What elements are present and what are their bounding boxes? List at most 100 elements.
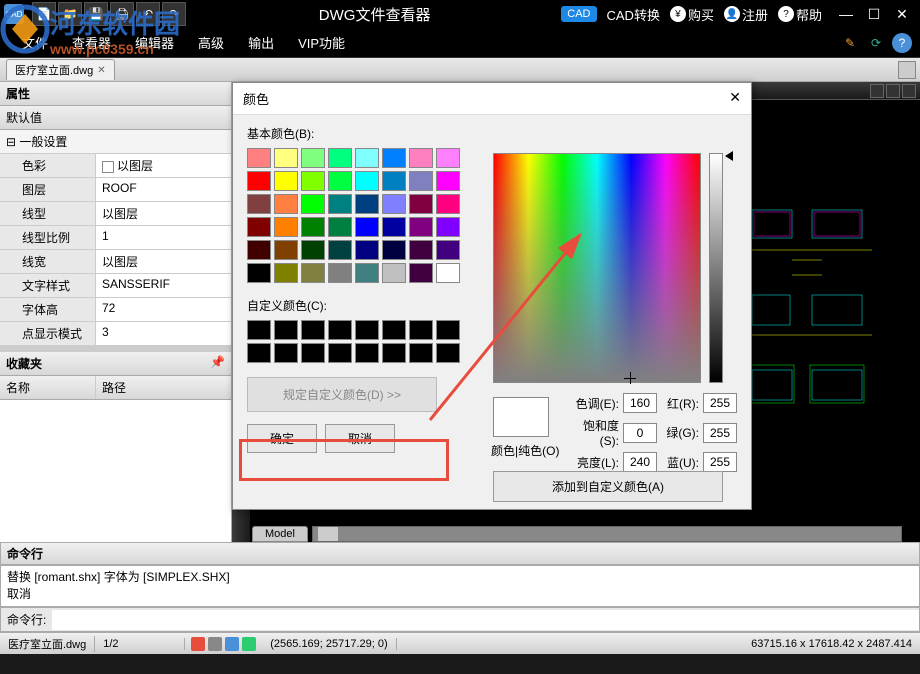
property-value[interactable]: 以图层: [96, 202, 231, 225]
custom-color-swatch[interactable]: [247, 343, 271, 363]
help-button[interactable]: ?帮助: [778, 5, 822, 24]
red-input[interactable]: [703, 393, 737, 413]
custom-color-swatch[interactable]: [355, 320, 379, 340]
menu-output[interactable]: 输出: [236, 29, 286, 56]
lum-input[interactable]: [623, 452, 657, 472]
custom-color-swatch[interactable]: [328, 343, 352, 363]
color-swatch[interactable]: [355, 240, 379, 260]
color-swatch[interactable]: [328, 263, 352, 283]
menu-viewer[interactable]: 查看器: [60, 29, 123, 56]
color-swatch[interactable]: [301, 148, 325, 168]
custom-color-swatch[interactable]: [382, 320, 406, 340]
property-value[interactable]: 以图层: [96, 250, 231, 273]
color-swatch[interactable]: [382, 263, 406, 283]
color-swatch[interactable]: [328, 194, 352, 214]
color-swatch[interactable]: [382, 194, 406, 214]
custom-color-swatch[interactable]: [301, 320, 325, 340]
undo-icon[interactable]: ↶: [136, 2, 160, 26]
color-swatch[interactable]: [301, 171, 325, 191]
green-input[interactable]: [703, 423, 737, 443]
property-value[interactable]: ROOF: [96, 178, 231, 201]
sat-input[interactable]: [623, 423, 657, 443]
property-value[interactable]: 3: [96, 322, 231, 345]
color-swatch[interactable]: [409, 194, 433, 214]
color-gradient-picker[interactable]: [493, 153, 701, 383]
property-value[interactable]: 1: [96, 226, 231, 249]
color-swatch[interactable]: [355, 171, 379, 191]
color-swatch[interactable]: [328, 148, 352, 168]
color-swatch[interactable]: [382, 217, 406, 237]
document-tab[interactable]: 医疗室立面.dwg ✕: [6, 59, 115, 80]
color-swatch[interactable]: [409, 171, 433, 191]
color-swatch[interactable]: [274, 194, 298, 214]
toolbar-icon[interactable]: 💾: [84, 2, 108, 26]
color-swatch[interactable]: [355, 194, 379, 214]
cad-convert-button[interactable]: CAD转换: [607, 5, 660, 24]
menu-file[interactable]: 文件: [10, 29, 60, 56]
color-swatch[interactable]: [409, 240, 433, 260]
status-icons[interactable]: [185, 637, 262, 651]
dialog-close-icon[interactable]: ✕: [729, 89, 741, 108]
color-swatch[interactable]: [436, 148, 460, 168]
color-swatch[interactable]: [436, 171, 460, 191]
color-swatch[interactable]: [274, 217, 298, 237]
general-settings-node[interactable]: ⊟ 一般设置: [0, 130, 231, 154]
color-swatch[interactable]: [301, 194, 325, 214]
custom-color-swatch[interactable]: [247, 320, 271, 340]
pencil-icon[interactable]: ✎: [840, 33, 860, 53]
custom-color-swatch[interactable]: [436, 343, 460, 363]
info-icon[interactable]: ?: [892, 33, 912, 53]
color-swatch[interactable]: [247, 171, 271, 191]
canvas-close-icon[interactable]: [902, 84, 916, 98]
close-tab-icon[interactable]: ✕: [97, 65, 105, 76]
color-swatch[interactable]: [247, 148, 271, 168]
checkbox-icon[interactable]: [102, 161, 114, 173]
custom-color-swatch[interactable]: [274, 320, 298, 340]
custom-color-swatch[interactable]: [274, 343, 298, 363]
hue-input[interactable]: [623, 393, 657, 413]
canvas-maximize-icon[interactable]: [886, 84, 900, 98]
menu-advanced[interactable]: 高级: [186, 29, 236, 56]
color-swatch[interactable]: [274, 171, 298, 191]
color-swatch[interactable]: [247, 240, 271, 260]
redo-icon[interactable]: ↷: [162, 2, 186, 26]
custom-color-swatch[interactable]: [328, 320, 352, 340]
color-swatch[interactable]: [409, 148, 433, 168]
close-icon[interactable]: ✕: [888, 4, 916, 24]
model-tab[interactable]: Model: [252, 526, 308, 542]
color-swatch[interactable]: [274, 263, 298, 283]
color-swatch[interactable]: [247, 194, 271, 214]
color-swatch[interactable]: [436, 263, 460, 283]
custom-color-swatch[interactable]: [436, 320, 460, 340]
color-swatch[interactable]: [355, 263, 379, 283]
horizontal-scrollbar[interactable]: [312, 526, 902, 542]
color-swatch[interactable]: [382, 240, 406, 260]
toolbar-icon[interactable]: 📁: [58, 2, 82, 26]
luminance-slider[interactable]: [709, 153, 723, 383]
cancel-button[interactable]: 取消: [325, 424, 395, 453]
toolbar-icon[interactable]: 🖨: [110, 2, 134, 26]
minimize-icon[interactable]: —: [832, 4, 860, 24]
color-swatch[interactable]: [436, 217, 460, 237]
custom-color-swatch[interactable]: [301, 343, 325, 363]
color-swatch[interactable]: [274, 240, 298, 260]
color-swatch[interactable]: [328, 217, 352, 237]
define-custom-button[interactable]: 规定自定义颜色(D) >>: [247, 377, 437, 412]
color-swatch[interactable]: [409, 263, 433, 283]
custom-color-swatch[interactable]: [409, 320, 433, 340]
custom-color-swatch[interactable]: [355, 343, 379, 363]
canvas-minimize-icon[interactable]: [870, 84, 884, 98]
color-swatch[interactable]: [301, 217, 325, 237]
color-swatch[interactable]: [382, 148, 406, 168]
blue-input[interactable]: [703, 452, 737, 472]
color-swatch[interactable]: [436, 240, 460, 260]
tab-dropdown-icon[interactable]: [898, 61, 916, 79]
maximize-icon[interactable]: ☐: [860, 4, 888, 24]
color-swatch[interactable]: [247, 217, 271, 237]
property-value[interactable]: 以图层: [96, 154, 231, 177]
color-swatch[interactable]: [436, 194, 460, 214]
custom-color-swatch[interactable]: [409, 343, 433, 363]
color-swatch[interactable]: [409, 217, 433, 237]
color-swatch[interactable]: [247, 263, 271, 283]
property-value[interactable]: SANSSERIF: [96, 274, 231, 297]
